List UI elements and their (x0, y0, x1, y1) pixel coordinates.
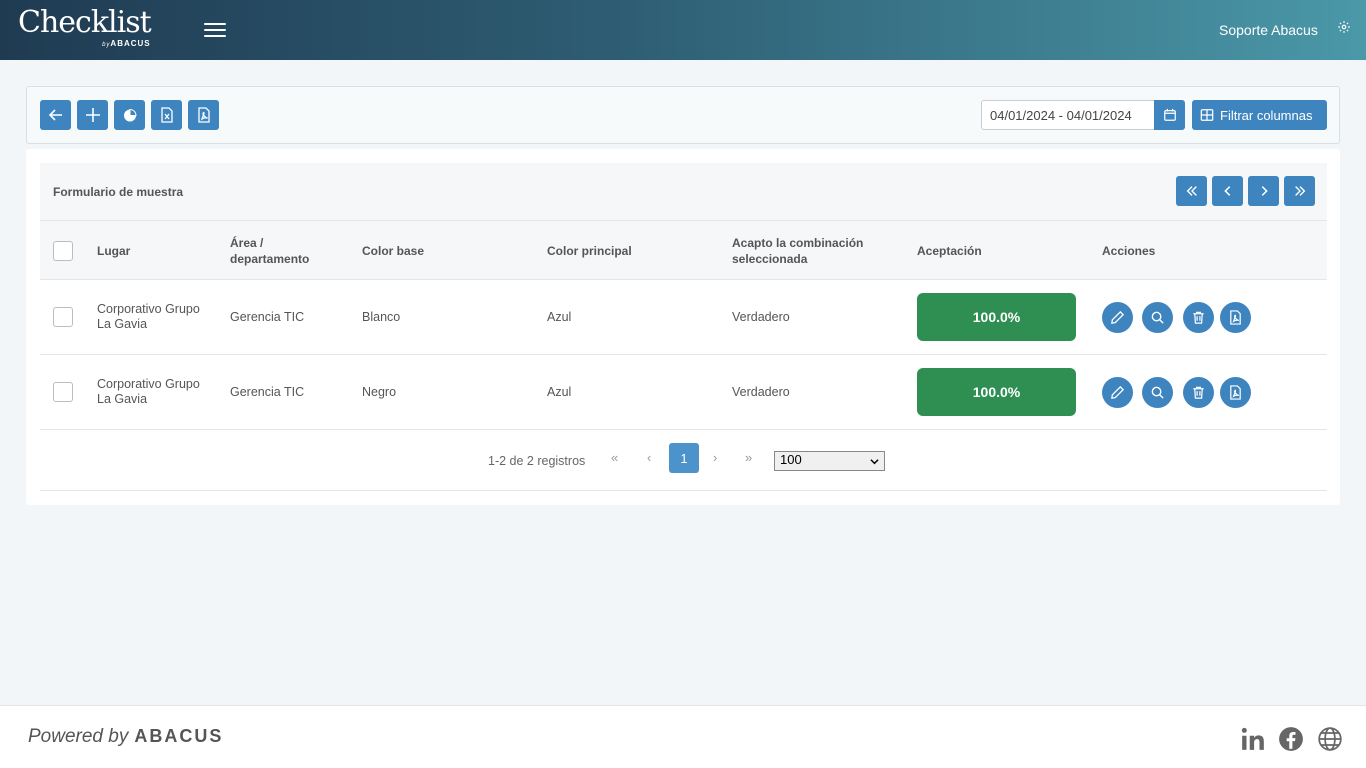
cell-lugar: Corporativo Grupo La Gavia (97, 302, 200, 331)
logo-brand: byABACUS (102, 39, 151, 48)
plus-icon (85, 108, 100, 122)
view-button[interactable] (1142, 302, 1173, 333)
header-acepto[interactable]: Acapto la combinación seleccionada (732, 235, 863, 267)
table-columns-icon (1200, 109, 1214, 121)
logo-title: Checklist (18, 5, 152, 40)
chevron-left-icon (1223, 186, 1230, 196)
row-checkbox[interactable] (53, 307, 73, 327)
pencil-icon (1111, 385, 1125, 399)
pager-next[interactable]: › (713, 450, 717, 465)
excel-file-icon (160, 107, 173, 123)
pencil-icon (1111, 310, 1125, 324)
pie-chart-icon (123, 108, 137, 122)
cell-lugar: Corporativo Grupo La Gavia (97, 377, 200, 406)
app-logo[interactable]: Checklist byABACUS (18, 5, 152, 49)
pdf-button[interactable] (1220, 302, 1251, 333)
header-area[interactable]: Área / departamento (230, 235, 309, 267)
filter-columns-button[interactable]: Filtrar columnas (1192, 100, 1327, 130)
table-header: Lugar Área / departamento Color base Colo… (40, 221, 1327, 280)
pdf-file-icon (1230, 385, 1241, 400)
top-header: Checklist byABACUS Soporte Abacus (0, 0, 1366, 60)
acceptance-badge: 100.0% (917, 368, 1076, 416)
table-title-bar: Formulario de muestra (40, 163, 1327, 221)
search-icon (1151, 386, 1164, 399)
select-all-checkbox[interactable] (53, 241, 73, 261)
double-chevron-left-icon (1186, 186, 1197, 196)
chevron-down-icon (870, 459, 879, 465)
gear-icon[interactable] (1337, 20, 1351, 34)
arrow-left-icon (48, 109, 62, 121)
edit-button[interactable] (1102, 377, 1133, 408)
chevron-right-icon (1261, 186, 1268, 196)
cell-area: Gerencia TIC (230, 310, 305, 324)
cell-color-base: Negro (362, 385, 397, 399)
export-pdf-button[interactable] (188, 100, 219, 130)
page-size-select[interactable]: 100 (774, 451, 885, 471)
pager-prev[interactable]: ‹ (647, 450, 651, 465)
linkedin-icon[interactable] (1240, 726, 1266, 752)
trash-icon (1193, 311, 1204, 324)
cell-area: Gerencia TIC (230, 385, 305, 399)
delete-button[interactable] (1183, 377, 1214, 408)
header-acciones: Acciones (1102, 244, 1156, 258)
user-name[interactable]: Soporte Abacus (1219, 22, 1318, 38)
pager-last[interactable]: » (745, 450, 752, 465)
delete-button[interactable] (1183, 302, 1214, 333)
cell-color-base: Blanco (362, 310, 401, 324)
pdf-file-icon (197, 107, 210, 123)
table-title: Formulario de muestra (53, 185, 184, 199)
export-excel-button[interactable] (151, 100, 182, 130)
date-range-input[interactable] (981, 100, 1155, 130)
chart-button[interactable] (114, 100, 145, 130)
powered-by: Powered by ABACUS (28, 726, 224, 747)
double-chevron-right-icon (1294, 186, 1305, 196)
prev-page-button[interactable] (1212, 176, 1243, 206)
footer: Powered by ABACUS (0, 705, 1366, 768)
facebook-icon[interactable] (1278, 726, 1304, 752)
globe-icon[interactable] (1317, 726, 1343, 752)
acceptance-badge: 100.0% (917, 293, 1076, 341)
next-page-button[interactable] (1248, 176, 1279, 206)
pager-current-page[interactable]: 1 (669, 443, 699, 473)
cell-color-principal: Azul (547, 385, 572, 399)
search-icon (1151, 311, 1164, 324)
edit-button[interactable] (1102, 302, 1133, 333)
back-button[interactable] (40, 100, 71, 130)
table-row: Corporativo Grupo La Gavia Gerencia TIC B… (40, 280, 1327, 355)
header-lugar[interactable]: Lugar (97, 243, 130, 259)
header-aceptacion[interactable]: Aceptación (917, 243, 982, 259)
trash-icon (1193, 386, 1204, 399)
cell-acepto: Verdadero (732, 385, 790, 399)
header-color-base[interactable]: Color base (362, 243, 424, 259)
pdf-button[interactable] (1220, 377, 1251, 408)
pdf-file-icon (1230, 310, 1241, 325)
add-button[interactable] (77, 100, 108, 130)
row-checkbox[interactable] (53, 382, 73, 402)
first-page-button[interactable] (1176, 176, 1207, 206)
cell-acepto: Verdadero (732, 310, 790, 324)
hamburger-menu-icon[interactable] (204, 20, 226, 40)
cell-color-principal: Azul (547, 310, 572, 324)
view-button[interactable] (1142, 377, 1173, 408)
pager-first[interactable]: « (611, 450, 618, 465)
last-page-button[interactable] (1284, 176, 1315, 206)
header-color-principal[interactable]: Color principal (547, 243, 632, 259)
pagination: 1-2 de 2 registros « ‹ 1 › » 100 (40, 430, 1327, 491)
records-count: 1-2 de 2 registros (488, 454, 586, 468)
toolbar: Filtrar columnas (26, 86, 1340, 144)
table-row: Corporativo Grupo La Gavia Gerencia TIC N… (40, 355, 1327, 430)
calendar-button[interactable] (1154, 100, 1185, 130)
table-card: Formulario de muestra Lugar Área / depart… (26, 149, 1340, 505)
filter-columns-label: Filtrar columnas (1220, 107, 1313, 123)
calendar-icon (1163, 108, 1176, 121)
